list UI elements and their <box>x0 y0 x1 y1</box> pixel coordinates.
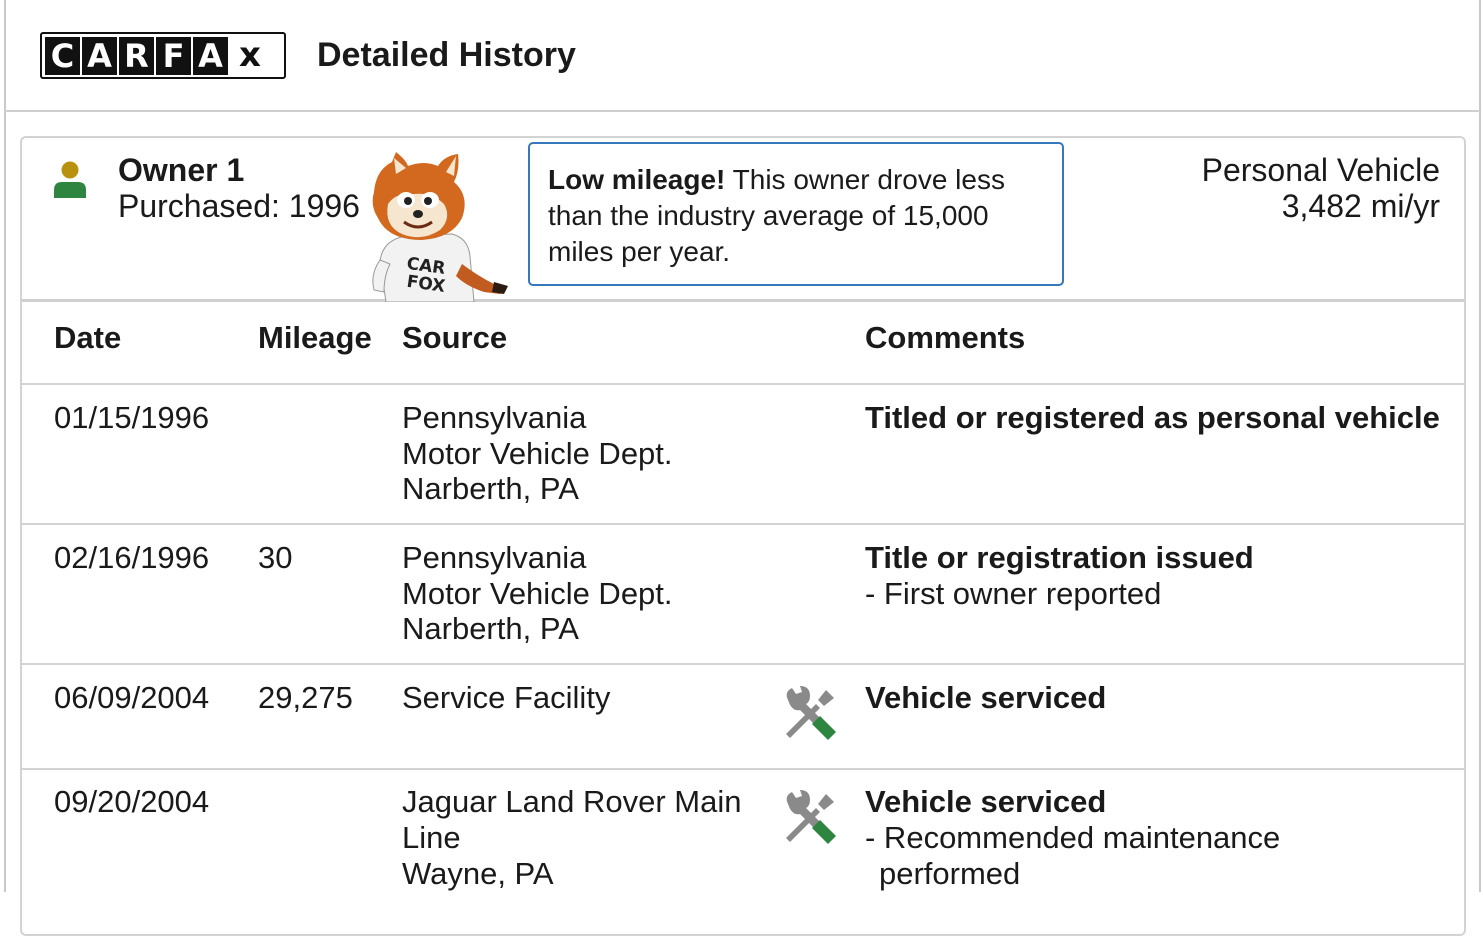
row-divider <box>22 523 1464 525</box>
owner-purchased: Purchased: 1996 <box>118 188 360 224</box>
row-source-line: Pennsylvania <box>402 540 587 575</box>
logo-letter: C <box>45 36 80 75</box>
row-source-line: Wayne, PA <box>402 856 554 891</box>
row-date: 09/20/2004 <box>54 784 210 819</box>
report-header: C A R F A x Detailed History <box>4 0 1481 112</box>
row-source-line: Jaguar Land Rover Main <box>402 784 742 819</box>
owner-person-icon <box>54 161 86 198</box>
row-source-line: Pennsylvania <box>402 400 587 435</box>
row-comment-detail: performed <box>879 856 1021 891</box>
row-source-line: Service Facility <box>402 680 611 715</box>
row-source-line: Narberth, PA <box>402 611 579 646</box>
row-comment-title: Titled or registered as personal vehicle <box>865 400 1440 435</box>
logo-letter: A <box>193 36 228 75</box>
carfax-logo[interactable]: C A R F A x <box>40 32 286 79</box>
service-wrench-icon <box>786 686 836 740</box>
usage-type: Personal Vehicle <box>1201 152 1440 188</box>
row-date: 06/09/2004 <box>54 680 210 715</box>
row-divider <box>22 383 1464 385</box>
usage-miles-per-year: 3,482 mi/yr <box>1281 188 1440 224</box>
column-header-mileage[interactable]: Mileage <box>258 320 372 356</box>
row-source-line: Narberth, PA <box>402 471 579 506</box>
row-date: 01/15/1996 <box>54 400 210 435</box>
column-header-date[interactable]: Date <box>54 320 121 356</box>
column-header-comments[interactable]: Comments <box>865 320 1025 356</box>
logo-letter: x <box>230 35 270 75</box>
owner-title: Owner 1 <box>118 152 245 188</box>
page-title: Detailed History <box>317 36 576 74</box>
logo-letter: R <box>119 36 154 75</box>
row-date: 02/16/1996 <box>54 540 210 575</box>
logo-letter: F <box>156 36 191 75</box>
row-comment-title: Vehicle serviced <box>865 784 1107 819</box>
service-wrench-icon <box>786 790 836 844</box>
row-source-line: Motor Vehicle Dept. <box>402 436 673 471</box>
row-source-line: Motor Vehicle Dept. <box>402 576 673 611</box>
row-comment-detail: - Recommended maintenance <box>865 820 1281 855</box>
row-mileage: 30 <box>258 540 293 575</box>
row-comment-title: Title or registration issued <box>865 540 1254 575</box>
column-header-source[interactable]: Source <box>402 320 507 356</box>
row-source-line: Line <box>402 820 461 855</box>
row-comment-detail: - First owner reported <box>865 576 1162 611</box>
row-comment-title: Vehicle serviced <box>865 680 1107 715</box>
callout-highlight: Low mileage! <box>548 164 726 195</box>
logo-letter: A <box>82 36 117 75</box>
row-divider <box>22 768 1464 770</box>
carfox-mascot-image: CAR FOX <box>372 152 508 302</box>
row-divider <box>22 663 1464 665</box>
low-mileage-callout: Low mileage! This owner drove less than … <box>528 142 1064 286</box>
row-mileage: 29,275 <box>258 680 353 715</box>
